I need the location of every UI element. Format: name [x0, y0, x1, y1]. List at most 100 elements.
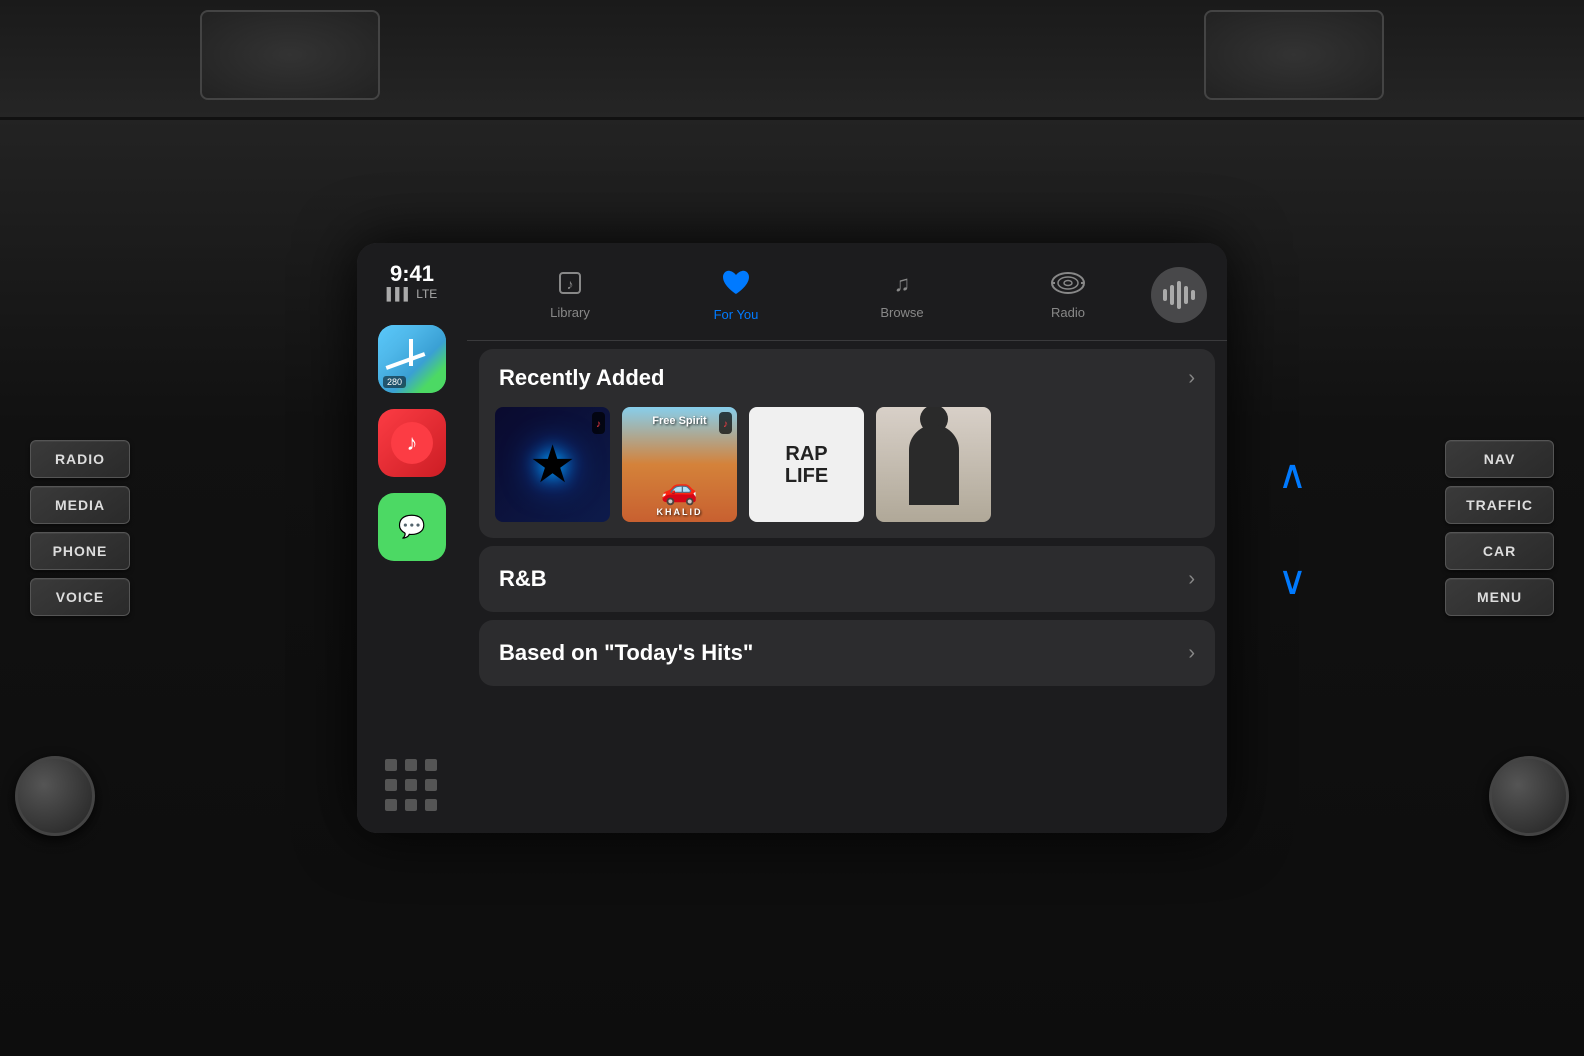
- radio-tab-icon: [1050, 269, 1086, 301]
- sidebar: 9:41 ▌▌▌ LTE 280: [357, 243, 467, 833]
- status-bar: 9:41 ▌▌▌ LTE: [387, 263, 438, 301]
- dashboard-top: [0, 0, 1584, 120]
- silhouette-figure-container: [909, 425, 959, 505]
- todays-hits-section: Based on "Today's Hits" ›: [479, 620, 1215, 686]
- for-you-icon: [720, 267, 752, 303]
- voice-button[interactable]: VOICE: [30, 578, 130, 616]
- music-app-icon[interactable]: ♪: [378, 409, 446, 477]
- siri-bar-1: [1163, 289, 1167, 301]
- album-silhouette[interactable]: [876, 407, 991, 522]
- scroll-up-arrow[interactable]: ∧: [1278, 452, 1307, 498]
- svg-text:♪: ♪: [407, 430, 418, 455]
- signal-icon: ▌▌▌: [387, 287, 413, 301]
- traffic-button[interactable]: TRAFFIC: [1445, 486, 1554, 524]
- messages-app-icon[interactable]: 💬: [378, 493, 446, 561]
- library-svg: ♪: [556, 269, 584, 297]
- album-row: ♪ ★ Free Spirit 🚗 KHALID: [479, 407, 1215, 538]
- radio-svg: [1050, 269, 1086, 297]
- maps-app-icon[interactable]: 280: [378, 325, 446, 393]
- desert-car-icon: 🚗: [661, 472, 698, 507]
- svg-text:♫: ♫: [894, 271, 911, 296]
- phone-button[interactable]: PHONE: [30, 532, 130, 570]
- browse-svg: ♫: [888, 269, 916, 297]
- home-dot-2: [405, 759, 417, 771]
- maps-road-1: [385, 352, 425, 370]
- library-icon: ♪: [556, 269, 584, 301]
- home-dot-5: [405, 779, 417, 791]
- radio-button[interactable]: RADIO: [30, 440, 130, 478]
- khalid-label: KHALID: [657, 507, 703, 517]
- life-text: LIFE: [785, 465, 828, 487]
- rap-text: RAP: [785, 443, 828, 465]
- media-button[interactable]: MEDIA: [30, 486, 130, 524]
- speaker-right: [1204, 10, 1384, 100]
- home-dot-3: [425, 759, 437, 771]
- nav-button[interactable]: NAV: [1445, 440, 1554, 478]
- recently-added-header[interactable]: Recently Added ›: [479, 349, 1215, 407]
- radio-label: Radio: [1051, 305, 1085, 320]
- home-dot-6: [425, 779, 437, 791]
- messages-icon-svg: 💬: [391, 506, 433, 548]
- siri-bar-3: [1177, 281, 1181, 309]
- carplay-screen: 9:41 ▌▌▌ LTE 280: [357, 243, 1227, 833]
- album-free-spirit[interactable]: Free Spirit 🚗 KHALID ♪: [622, 407, 737, 522]
- rnb-section: R&B ›: [479, 546, 1215, 612]
- screen-area: 9:41 ▌▌▌ LTE 280: [357, 223, 1227, 833]
- home-dot-8: [405, 799, 417, 811]
- tab-radio[interactable]: Radio: [985, 261, 1151, 328]
- browse-label: Browse: [880, 305, 923, 320]
- apple-music-icon-1: ♪: [596, 419, 601, 430]
- silhouette-body: [909, 425, 959, 505]
- dashboard: RADIO MEDIA PHONE VOICE NAV TRAFFIC CAR …: [0, 0, 1584, 1056]
- rnb-chevron: ›: [1188, 568, 1195, 591]
- recently-added-title: Recently Added: [499, 365, 664, 391]
- maps-road-2: [409, 339, 413, 366]
- album-rap-life[interactable]: RAP LIFE: [749, 407, 864, 522]
- power-knob[interactable]: [15, 756, 95, 836]
- rap-life-text: RAP LIFE: [785, 443, 828, 487]
- status-signal: ▌▌▌ LTE: [387, 287, 438, 301]
- recently-added-chevron: ›: [1188, 367, 1195, 390]
- siri-bar-4: [1184, 286, 1188, 304]
- todays-hits-row[interactable]: Based on "Today's Hits" ›: [479, 620, 1215, 686]
- main-content: ♪ Library For You: [467, 243, 1227, 833]
- siri-bar-2: [1170, 285, 1174, 305]
- siri-bars: [1163, 281, 1195, 309]
- rnb-row[interactable]: R&B ›: [479, 546, 1215, 612]
- now-playing-button[interactable]: [1151, 267, 1207, 323]
- speaker-left: [200, 10, 380, 100]
- tab-for-you[interactable]: For You: [653, 259, 819, 330]
- browse-icon: ♫: [888, 269, 916, 301]
- lte-label: LTE: [416, 287, 437, 301]
- free-spirit-label: Free Spirit: [652, 415, 706, 427]
- music-icon-svg: ♪: [391, 422, 433, 464]
- music-badge-2: ♪: [719, 412, 732, 434]
- status-time: 9:41: [387, 263, 438, 285]
- maps-icon-content: 280: [378, 325, 446, 393]
- home-dot-1: [385, 759, 397, 771]
- album-star[interactable]: ♪ ★: [495, 407, 610, 522]
- music-badge-1: ♪: [592, 412, 605, 434]
- car-button[interactable]: CAR: [1445, 532, 1554, 570]
- home-grid[interactable]: [385, 759, 439, 813]
- svg-text:💬: 💬: [398, 514, 425, 539]
- tab-library[interactable]: ♪ Library: [487, 261, 653, 328]
- home-dot-4: [385, 779, 397, 791]
- todays-hits-chevron: ›: [1188, 642, 1195, 665]
- menu-button[interactable]: MENU: [1445, 578, 1554, 616]
- maps-road-label: 280: [383, 376, 406, 388]
- tab-browse[interactable]: ♫ Browse: [819, 261, 985, 328]
- right-button-panel: NAV TRAFFIC CAR MENU: [1445, 440, 1554, 616]
- scroll-down-arrow[interactable]: ∨: [1278, 558, 1307, 604]
- svg-text:♪: ♪: [567, 276, 574, 292]
- left-button-panel: RADIO MEDIA PHONE VOICE: [30, 440, 130, 616]
- library-label: Library: [550, 305, 590, 320]
- scroll-content: Recently Added › ♪ ★: [467, 341, 1227, 833]
- right-knob[interactable]: [1489, 756, 1569, 836]
- home-dot-7: [385, 799, 397, 811]
- nav-arrows: ∧ ∨: [1278, 452, 1307, 604]
- rnb-title: R&B: [499, 566, 547, 592]
- home-dot-9: [425, 799, 437, 811]
- siri-bar-5: [1191, 290, 1195, 300]
- for-you-label: For You: [714, 307, 759, 322]
